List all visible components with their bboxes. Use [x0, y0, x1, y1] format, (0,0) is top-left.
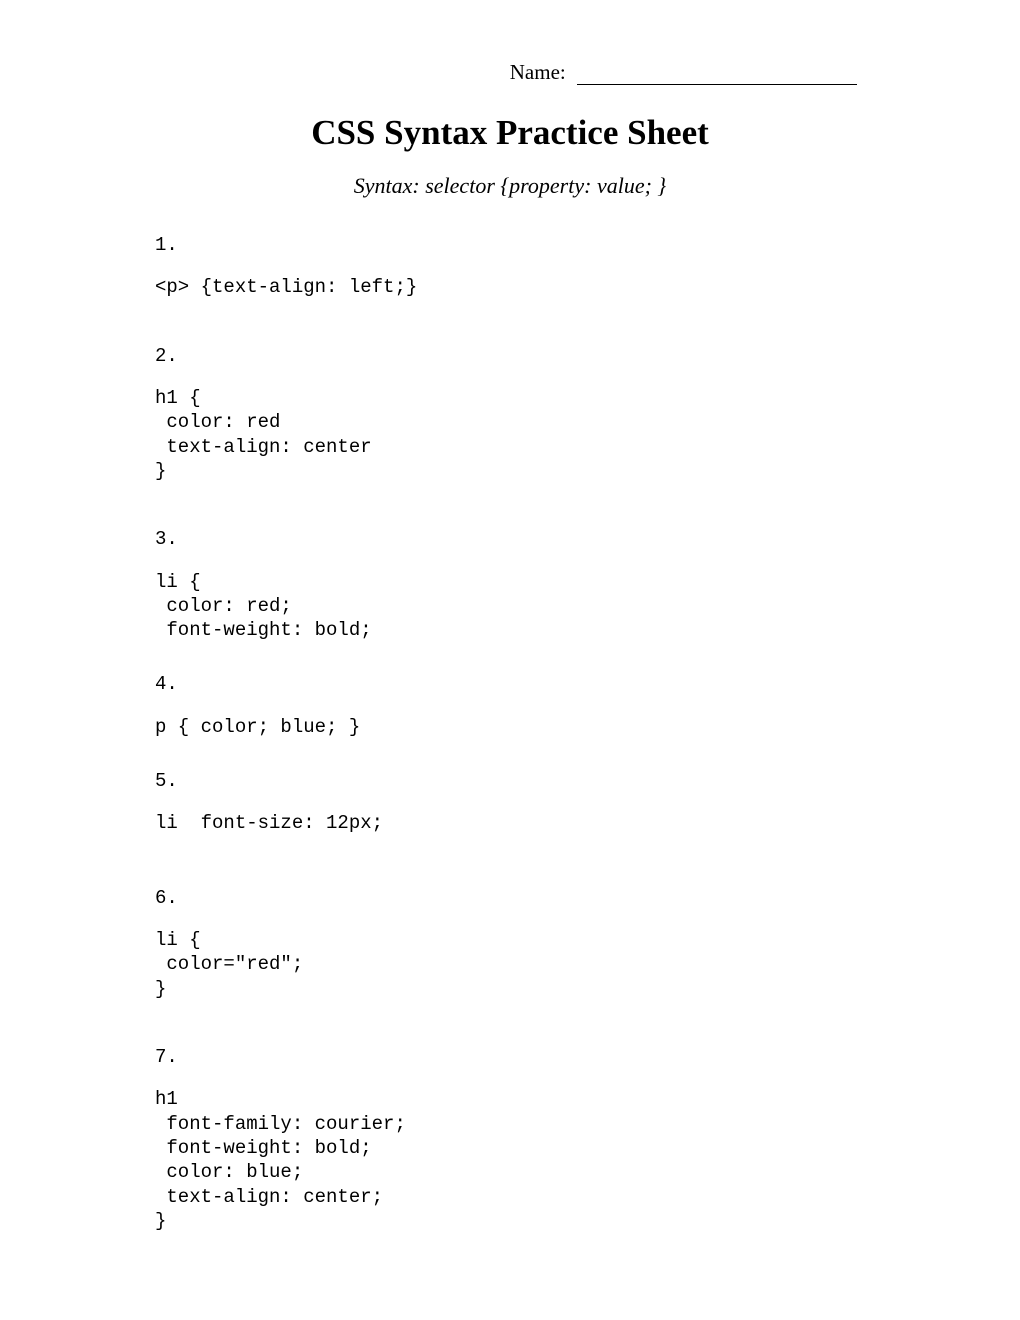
question-code: h1 font-family: courier; font-weight: bo…	[155, 1087, 865, 1233]
question-number: 1.	[155, 233, 865, 257]
question-code: li { color="red"; }	[155, 928, 865, 1001]
question-4: 4. p { color; blue; }	[155, 672, 865, 739]
question-number: 2.	[155, 344, 865, 368]
name-field-row: Name:	[155, 60, 865, 85]
question-6: 6. li { color="red"; }	[155, 886, 865, 1001]
syntax-hint: Syntax: selector {property: value; }	[155, 173, 865, 199]
question-code: li { color: red; font-weight: bold;	[155, 570, 865, 643]
name-label: Name:	[510, 60, 566, 84]
question-number: 3.	[155, 527, 865, 551]
question-1: 1. <p> {text-align: left;}	[155, 233, 865, 300]
question-number: 7.	[155, 1045, 865, 1069]
question-3: 3. li { color: red; font-weight: bold;	[155, 527, 865, 642]
question-number: 5.	[155, 769, 865, 793]
question-number: 6.	[155, 886, 865, 910]
question-number: 4.	[155, 672, 865, 696]
questions-list: 1. <p> {text-align: left;} 2. h1 { color…	[155, 233, 865, 1233]
question-2: 2. h1 { color: red text-align: center }	[155, 344, 865, 484]
name-blank-line	[577, 62, 857, 85]
question-code: li font-size: 12px;	[155, 811, 865, 835]
page-title: CSS Syntax Practice Sheet	[155, 113, 865, 153]
question-code: p { color; blue; }	[155, 715, 865, 739]
question-7: 7. h1 font-family: courier; font-weight:…	[155, 1045, 865, 1233]
question-code: h1 { color: red text-align: center }	[155, 386, 865, 483]
question-5: 5. li font-size: 12px;	[155, 769, 865, 836]
question-code: <p> {text-align: left;}	[155, 275, 865, 299]
